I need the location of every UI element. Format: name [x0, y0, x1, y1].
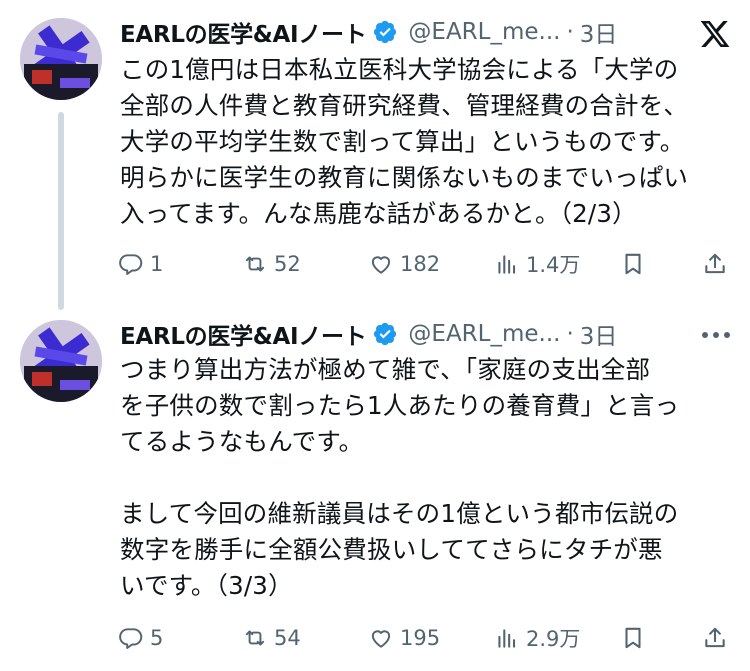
- bookmark-icon: [625, 253, 641, 275]
- like-count: 182: [400, 252, 441, 276]
- reply-icon: [119, 254, 143, 275]
- author-display-name[interactable]: EARLの医学&AIノート: [120, 317, 367, 351]
- retweet-icon: [245, 630, 265, 646]
- tweet-text-line: まして今回の維新議員はその1億という都市伝説の: [120, 499, 679, 528]
- x-logo-icon[interactable]: [698, 18, 732, 50]
- tweet-3-of-3[interactable]: EARLの医学&AIノート @EARL_me... · 3日 つまり算出方法が極…: [0, 310, 750, 671]
- like-button[interactable]: 195: [368, 622, 440, 654]
- bookmark-icon: [625, 627, 641, 649]
- tweet-text-line: 明らかに医学生の教育に関係ないものまでいっぱい: [120, 163, 689, 192]
- tweet-text-blank-line: [120, 460, 740, 496]
- author-handle[interactable]: @EARL_me...: [408, 321, 560, 347]
- share-button[interactable]: [702, 622, 728, 654]
- thread-connector-line: [58, 112, 64, 310]
- bookmark-button[interactable]: [620, 622, 646, 654]
- view-count: 2.9万: [526, 627, 581, 651]
- reply-icon: [119, 628, 143, 649]
- like-button[interactable]: 182: [368, 248, 440, 280]
- share-icon: [705, 627, 725, 648]
- views-icon: [498, 629, 516, 648]
- verified-badge-icon: [374, 322, 397, 346]
- retweet-count: 52: [274, 252, 301, 276]
- author-display-name[interactable]: EARLの医学&AIノート: [120, 15, 367, 49]
- tweet-header: EARLの医学&AIノート @EARL_me... · 3日: [120, 316, 617, 352]
- tweet-text-line: 入ってます。んな馬鹿な話があるかと。（2/3）: [120, 199, 637, 228]
- tweet-text-line: 数字を勝手に全額公費扱いしててさらにタチが悪: [120, 535, 663, 564]
- retweet-button[interactable]: 52: [242, 248, 301, 280]
- heart-icon: [371, 630, 391, 648]
- bookmark-button[interactable]: [620, 248, 646, 280]
- tweet-actions: 5 54 195 2.9万: [118, 622, 730, 654]
- more-icon[interactable]: [702, 320, 730, 350]
- author-handle[interactable]: @EARL_me...: [408, 19, 560, 45]
- tweet-text-line: つまり算出方法が極めて雑で、「家庭の支出全部: [120, 355, 651, 384]
- views-icon: [498, 255, 516, 274]
- reply-button[interactable]: 5: [118, 622, 163, 654]
- reply-count: 5: [150, 626, 164, 650]
- tweet-text-line: 全部の人件費と教育研究経費、管理経費の合計を、: [120, 91, 689, 120]
- retweet-button[interactable]: 54: [242, 622, 301, 654]
- tweet-timestamp[interactable]: 3日: [580, 317, 618, 351]
- reply-count: 1: [150, 252, 164, 276]
- like-count: 195: [400, 626, 441, 650]
- share-icon: [705, 253, 725, 274]
- tweet-text-line: てるようなもんです。: [120, 427, 364, 456]
- views-button[interactable]: 2.9万: [494, 622, 580, 654]
- heart-icon: [371, 256, 391, 274]
- tweet-text: つまり算出方法が極めて雑で、「家庭の支出全部 を子供の数で割ったら1人あたりの養…: [120, 352, 740, 604]
- avatar[interactable]: [20, 18, 102, 100]
- retweet-icon: [245, 256, 265, 272]
- tweet-header: EARLの医学&AIノート @EARL_me... · 3日: [120, 14, 617, 50]
- avatar-image: [20, 320, 102, 402]
- reply-button[interactable]: 1: [118, 248, 163, 280]
- tweet-text-line: いです。（3/3）: [120, 571, 293, 600]
- avatar-image: [20, 18, 102, 100]
- tweet-text-line: この1億円は日本私立医科大学協会による「大学の: [120, 55, 679, 84]
- tweet-timestamp[interactable]: 3日: [580, 15, 618, 49]
- verified-badge-icon: [374, 20, 397, 44]
- tweet-text-line: 大学の平均学生数で割って算出」というものです。: [120, 127, 685, 156]
- view-count: 1.4万: [526, 253, 581, 277]
- views-button[interactable]: 1.4万: [494, 248, 580, 280]
- share-button[interactable]: [702, 248, 728, 280]
- separator-dot: ·: [566, 321, 574, 347]
- tweet-actions: 1 52 182 1.4万: [118, 248, 730, 280]
- retweet-count: 54: [274, 626, 301, 650]
- tweet-2-of-3[interactable]: EARLの医学&AIノート @EARL_me... · 3日 この1億円は日本私…: [0, 0, 750, 310]
- tweet-text: この1億円は日本私立医科大学協会による「大学の 全部の人件費と教育研究経費、管理…: [120, 52, 740, 232]
- tweet-text-line: を子供の数で割ったら1人あたりの養育費」と言っ: [120, 391, 680, 420]
- avatar[interactable]: [20, 320, 102, 402]
- separator-dot: ·: [566, 19, 574, 45]
